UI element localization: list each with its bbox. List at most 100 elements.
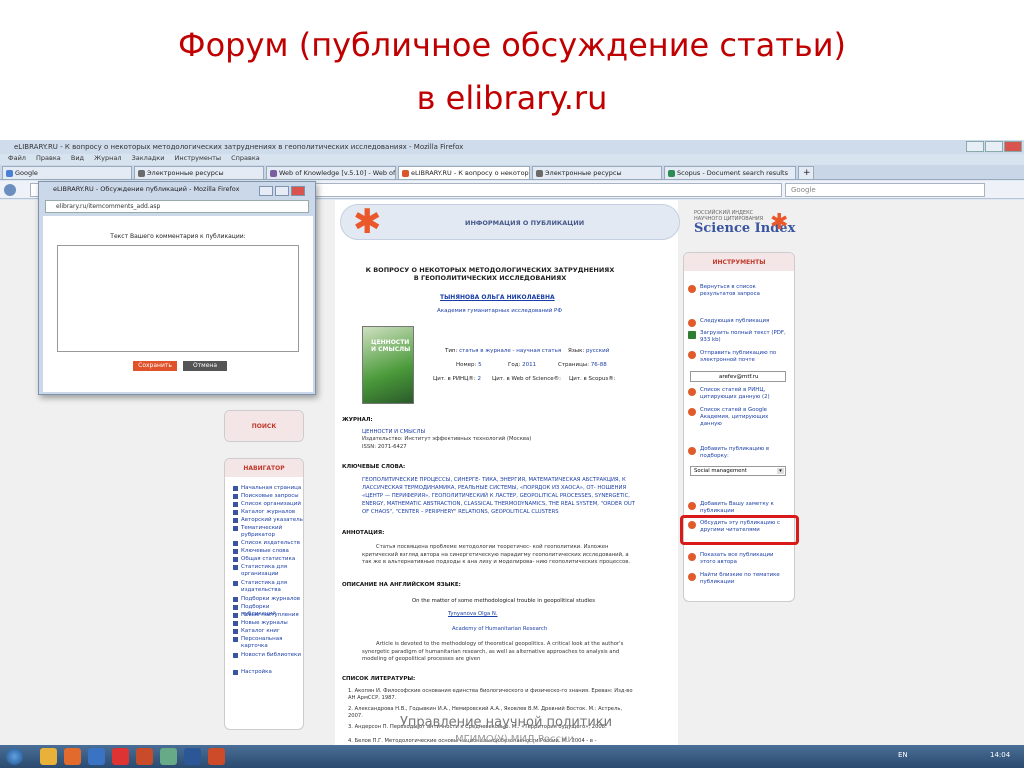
nav-item[interactable]: Статистика для издательства	[233, 580, 303, 594]
tab-bar: Google Электронные ресурсы Web of Knowle…	[0, 165, 1024, 180]
nav-item[interactable]: Каталог журналов	[233, 509, 303, 516]
nav-item[interactable]: Ключевые слова	[233, 548, 303, 555]
rinc-value[interactable]: 2	[477, 376, 481, 382]
nav-item[interactable]: Подборки журналов	[233, 596, 303, 603]
journal-name[interactable]: ЦЕННОСТИ И СМЫСЛЫ	[362, 428, 425, 436]
start-button-icon[interactable]	[6, 748, 23, 765]
english-section: ОПИСАНИЕ НА АНГЛИЙСКОМ ЯЗЫКЕ:	[342, 582, 461, 588]
lang-row: Язык: русский	[568, 348, 610, 354]
nav-item[interactable]: Начальная страница	[233, 485, 303, 492]
tool-google-citing[interactable]: Список статей в Google Академия, цитирую…	[688, 407, 788, 428]
article-affiliation[interactable]: Академия гуманитарных исследований РФ	[437, 308, 562, 314]
menu-file[interactable]: Файл	[8, 154, 26, 162]
collection-select[interactable]: Social management ▾	[690, 466, 786, 476]
close-button[interactable]	[1004, 141, 1022, 152]
nav-item[interactable]: Каталог книг	[233, 628, 303, 635]
tab-elibrary[interactable]: eLIBRARY.RU - К вопросу о некотор...	[398, 166, 530, 179]
nav-item[interactable]: Статистика для организации	[233, 564, 303, 578]
menu-tools[interactable]: Инструменты	[175, 154, 222, 162]
search-box[interactable]: Google	[785, 183, 985, 197]
word-icon[interactable]	[184, 748, 201, 765]
tab-web-of-knowledge[interactable]: Web of Knowledge [v.5.10] - Web of ...	[266, 166, 396, 179]
english-author[interactable]: Tynyanova Olga N.	[448, 610, 498, 618]
slide-footer-line1: Управление научной политики	[400, 715, 613, 730]
tool-next-publication[interactable]: Следующая публикация	[688, 318, 788, 327]
firefox-icon[interactable]	[64, 748, 81, 765]
powerpoint-icon[interactable]	[208, 748, 225, 765]
english-abstract: Article is devoted to the methodology of…	[362, 641, 624, 662]
popup-minimize-button[interactable]	[259, 186, 273, 196]
app-icon[interactable]	[160, 748, 177, 765]
keywords-list[interactable]: ГЕОПОЛИТИЧЕСКИЕ ПРОЦЕССЫ, СИНЕРГЕ- ТИКА,…	[362, 476, 637, 516]
minimize-button[interactable]	[966, 141, 984, 152]
comment-textarea[interactable]	[57, 245, 299, 352]
tool-add-to-collection[interactable]: Добавить публикацию в подборку:	[688, 446, 788, 460]
journal-cover: ЦЕННОСТИ И СМЫСЛЫ	[362, 326, 414, 404]
nav-item[interactable]: Новости библиотеки	[233, 652, 303, 659]
language-indicator[interactable]: EN	[898, 751, 908, 759]
nav-item[interactable]: Список организаций	[233, 501, 303, 508]
nav-item[interactable]: Общая статистика	[233, 556, 303, 563]
menu-edit[interactable]: Правка	[36, 154, 61, 162]
type-row: Тип: статья в журнале - научная статья	[445, 348, 562, 354]
menu-bookmarks[interactable]: Закладки	[132, 154, 165, 162]
scopus-icon	[668, 170, 675, 177]
app-icon[interactable]	[136, 748, 153, 765]
nav-item[interactable]: Персональная карточка	[233, 636, 303, 650]
explorer-icon[interactable]	[40, 748, 57, 765]
clock[interactable]: 14:04	[990, 751, 1010, 759]
arrow-icon	[688, 388, 696, 396]
app-icon[interactable]	[112, 748, 129, 765]
search-title[interactable]: ПОИСК	[225, 411, 303, 441]
nav-item[interactable]: Новые поступления	[233, 612, 303, 619]
article-header: ✱ ИНФОРМАЦИЯ О ПУБЛИКАЦИИ	[340, 204, 680, 240]
nav-item[interactable]: Новые журналы	[233, 620, 303, 627]
tab-electronic-resources-2[interactable]: Электронные ресурсы	[532, 166, 662, 179]
search-panel[interactable]: ПОИСК	[224, 410, 304, 442]
type-value[interactable]: статья в журнале - научная статья	[459, 348, 561, 354]
journal-publisher: Издательство: Институт эффективных техно…	[362, 436, 532, 442]
english-title: On the matter of some methodological tro…	[412, 598, 596, 604]
english-affiliation[interactable]: Academy of Humanitarian Research	[452, 625, 547, 633]
tool-send-email[interactable]: Отправить публикацию по электронной почт…	[688, 350, 788, 364]
elibrary-star-icon: ✱	[353, 202, 382, 242]
popup-url-bar[interactable]: elibrary.ru/itemcomments_add.asp	[45, 200, 309, 213]
article-author[interactable]: ТЫНЯНОВА ОЛЬГА НИКОЛАЕВНА	[440, 294, 555, 301]
save-button[interactable]: Сохранить	[133, 361, 177, 371]
navigator-panel: НАВИГАТОР Начальная страница Поисковые з…	[224, 458, 304, 730]
nav-item[interactable]: Тематический рубрикатор	[233, 525, 303, 539]
menu-history[interactable]: Журнал	[94, 154, 121, 162]
ref-item: 1. Акопян И. Философские основания единс…	[348, 688, 633, 701]
scopus-row: Цит. в Scopus®:	[569, 376, 616, 382]
nav-item[interactable]: Поисковые запросы	[233, 493, 303, 500]
tab-google[interactable]: Google	[2, 166, 132, 179]
back-icon[interactable]	[4, 184, 16, 196]
tool-add-note[interactable]: Добавить Вашу заметку к публикации	[688, 501, 788, 515]
tab-scopus[interactable]: Scopus - Document search results	[664, 166, 796, 179]
menu-bar: Файл Правка Вид Журнал Закладки Инструме…	[0, 154, 1024, 165]
ie-icon[interactable]	[88, 748, 105, 765]
new-tab-button[interactable]: +	[798, 166, 814, 179]
tool-author-publications[interactable]: Показать все публикации этого автора	[688, 552, 788, 566]
nav-item[interactable]: Настройка	[233, 669, 303, 676]
popup-close-button[interactable]	[291, 186, 305, 196]
tab-electronic-resources[interactable]: Электронные ресурсы	[134, 166, 264, 179]
maximize-button[interactable]	[985, 141, 1003, 152]
tool-download-pdf[interactable]: Загрузить полный текст (PDF, 933 kb)	[688, 330, 788, 344]
popup-maximize-button[interactable]	[275, 186, 289, 196]
tool-back-to-results[interactable]: Вернуться в список результатов запроса	[688, 284, 788, 298]
wok-icon	[270, 170, 277, 177]
annotation-text: Статья посвящена проблеме методологии те…	[362, 544, 631, 565]
elibrary-icon	[402, 170, 409, 177]
nav-item[interactable]: Список издательств	[233, 540, 303, 547]
tool-similar-publications[interactable]: Найти близкие по тематике публикации	[688, 572, 788, 586]
science-index-star-icon: ✱	[770, 210, 789, 235]
menu-view[interactable]: Вид	[71, 154, 84, 162]
menu-help[interactable]: Справка	[231, 154, 260, 162]
arrow-icon	[688, 319, 696, 327]
nav-item[interactable]: Авторский указатель	[233, 517, 303, 524]
cancel-button[interactable]: Отмена	[183, 361, 227, 371]
window-titlebar: eLIBRARY.RU - К вопросу о некоторых мето…	[0, 140, 1024, 154]
email-field[interactable]: arefev@mtf.ru	[690, 371, 786, 382]
tool-rinc-citing[interactable]: Список статей в РИНЦ, цитирующих данную …	[688, 387, 788, 401]
